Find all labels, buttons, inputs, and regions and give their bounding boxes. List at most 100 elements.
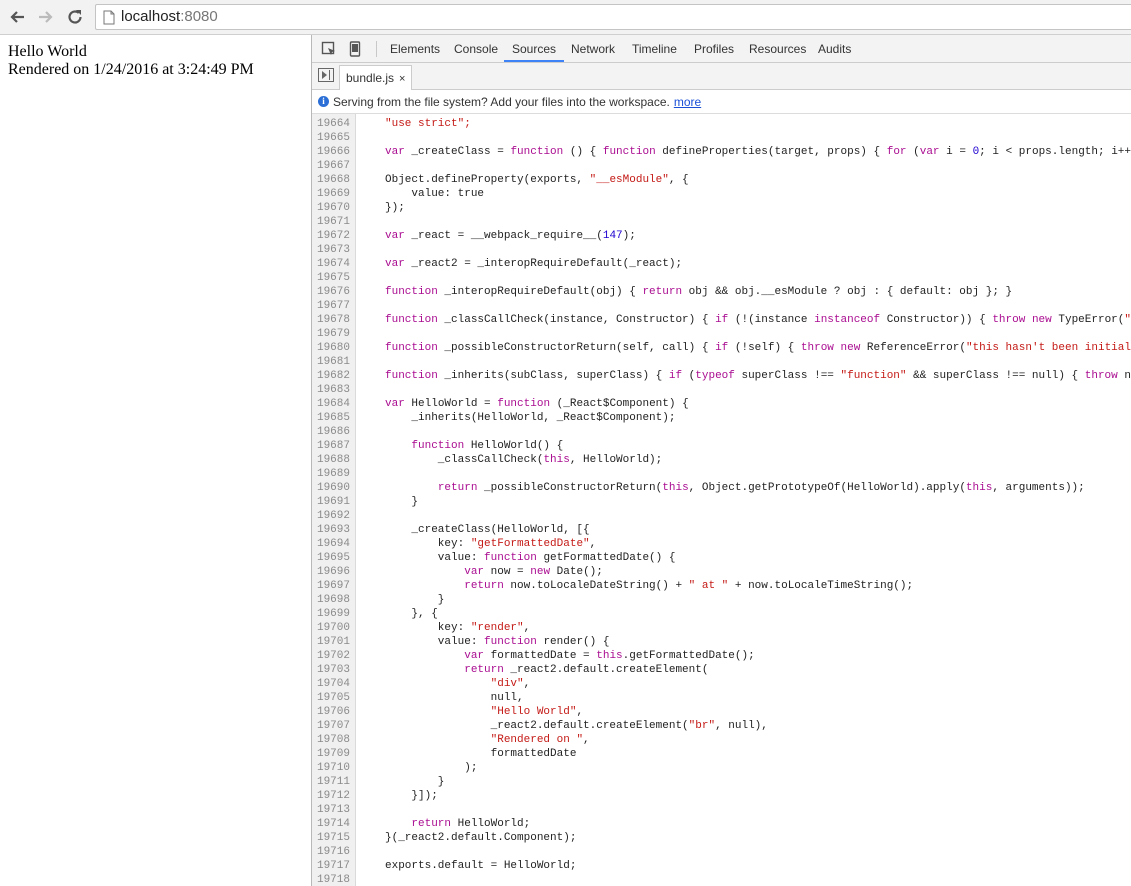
- tab-console[interactable]: Console: [446, 35, 506, 62]
- line-number[interactable]: 19701: [312, 635, 350, 649]
- line-code: return _react2.default.createElement(: [385, 663, 708, 677]
- line-number[interactable]: 19713: [312, 803, 350, 817]
- code-token: formattedDate =: [484, 650, 597, 662]
- code-line: 19718: [312, 873, 1131, 886]
- code-line: 19685 _inherits(HelloWorld, _React$Compo…: [312, 411, 1131, 425]
- line-number[interactable]: 19715: [312, 831, 350, 845]
- line-number[interactable]: 19664: [312, 117, 350, 131]
- line-number[interactable]: 19665: [312, 131, 350, 145]
- line-number[interactable]: 19692: [312, 509, 350, 523]
- device-mode-button[interactable]: [346, 40, 364, 58]
- line-number[interactable]: 19694: [312, 537, 350, 551]
- line-code: var formattedDate = this.getFormattedDat…: [385, 649, 754, 663]
- line-number[interactable]: 19688: [312, 453, 350, 467]
- tab-audits[interactable]: Audits: [810, 35, 859, 62]
- line-number[interactable]: 19677: [312, 299, 350, 313]
- line-number[interactable]: 19718: [312, 873, 350, 886]
- line-number[interactable]: 19706: [312, 705, 350, 719]
- tab-timeline[interactable]: Timeline: [624, 35, 685, 62]
- line-number[interactable]: 19685: [312, 411, 350, 425]
- code-token: function: [385, 370, 438, 382]
- code-line: 19704 "div",: [312, 677, 1131, 691]
- more-link[interactable]: more: [674, 95, 701, 109]
- line-number[interactable]: 19666: [312, 145, 350, 159]
- line-number[interactable]: 19673: [312, 243, 350, 257]
- code-token: "use strict";: [385, 118, 471, 130]
- code-line: 19708 "Rendered on ",: [312, 733, 1131, 747]
- line-number[interactable]: 19699: [312, 607, 350, 621]
- close-tab-icon[interactable]: ×: [399, 73, 405, 85]
- code-token: if: [715, 314, 729, 326]
- line-number[interactable]: 19668: [312, 173, 350, 187]
- tab-resources[interactable]: Resources: [741, 35, 814, 62]
- line-number[interactable]: 19671: [312, 215, 350, 229]
- line-number[interactable]: 19704: [312, 677, 350, 691]
- line-number[interactable]: 19686: [312, 425, 350, 439]
- line-number[interactable]: 19711: [312, 775, 350, 789]
- line-number[interactable]: 19675: [312, 271, 350, 285]
- tab-sources[interactable]: Sources: [504, 35, 565, 62]
- code-editor[interactable]: 19664 "use strict"; 19665 19666 var _createC…: [312, 114, 1131, 886]
- code-token: throw: [800, 342, 834, 354]
- line-code: );: [385, 761, 477, 775]
- line-number[interactable]: 19678: [312, 313, 350, 327]
- line-number[interactable]: 19670: [312, 201, 350, 215]
- line-number[interactable]: 19687: [312, 439, 350, 453]
- line-number[interactable]: 19689: [312, 467, 350, 481]
- line-number[interactable]: 19679: [312, 327, 350, 341]
- line-number[interactable]: 19674: [312, 257, 350, 271]
- line-number[interactable]: 19705: [312, 691, 350, 705]
- code-line: 19678 function _classCallCheck(instance, …: [312, 313, 1131, 327]
- line-number[interactable]: 19696: [312, 565, 350, 579]
- line-number[interactable]: 19684: [312, 397, 350, 411]
- line-code: "use strict";: [385, 117, 471, 131]
- line-number[interactable]: 19672: [312, 229, 350, 243]
- line-number[interactable]: 19681: [312, 355, 350, 369]
- line-number[interactable]: 19669: [312, 187, 350, 201]
- line-number[interactable]: 19707: [312, 719, 350, 733]
- tab-network[interactable]: Network: [563, 35, 623, 62]
- line-number[interactable]: 19682: [312, 369, 350, 383]
- reload-button[interactable]: [64, 6, 86, 28]
- line-number[interactable]: 19709: [312, 747, 350, 761]
- line-code: "Hello World",: [385, 705, 583, 719]
- file-tab-bundle[interactable]: bundle.js ×: [339, 65, 413, 90]
- line-number[interactable]: 19710: [312, 761, 350, 775]
- line-number[interactable]: 19717: [312, 859, 350, 873]
- address-bar[interactable]: localhost:8080: [95, 4, 1131, 30]
- line-number[interactable]: 19698: [312, 593, 350, 607]
- line-code: function _classCallCheck(instance, Const…: [385, 313, 1131, 327]
- line-number[interactable]: 19693: [312, 523, 350, 537]
- line-number[interactable]: 19703: [312, 663, 350, 677]
- line-number[interactable]: 19683: [312, 383, 350, 397]
- line-number[interactable]: 19697: [312, 579, 350, 593]
- inspect-element-button[interactable]: [320, 40, 338, 58]
- line-number[interactable]: 19716: [312, 845, 350, 859]
- line-code: }: [385, 593, 445, 607]
- code-token: "br": [688, 720, 716, 732]
- code-token: , HelloWorld);: [569, 454, 663, 466]
- navigator-toggle-icon[interactable]: [318, 68, 334, 82]
- line-code: function _interopRequireDefault(obj) { r…: [385, 285, 1012, 299]
- code-token: "div": [490, 678, 524, 690]
- code-token: () {: [563, 146, 603, 158]
- line-number[interactable]: 19695: [312, 551, 350, 565]
- line-number[interactable]: 19708: [312, 733, 350, 747]
- code-token: && superClass !== null) {: [906, 370, 1085, 382]
- tab-profiles[interactable]: Profiles: [686, 35, 742, 62]
- line-number[interactable]: 19690: [312, 481, 350, 495]
- line-number[interactable]: 19702: [312, 649, 350, 663]
- back-button[interactable]: [6, 6, 28, 28]
- code-line: 19689: [312, 467, 1131, 481]
- line-number[interactable]: 19700: [312, 621, 350, 635]
- line-number[interactable]: 19680: [312, 341, 350, 355]
- line-number[interactable]: 19667: [312, 159, 350, 173]
- line-number[interactable]: 19676: [312, 285, 350, 299]
- line-number[interactable]: 19712: [312, 789, 350, 803]
- forward-button[interactable]: [35, 6, 57, 28]
- line-number[interactable]: 19691: [312, 495, 350, 509]
- tab-elements[interactable]: Elements: [382, 35, 448, 62]
- line-number[interactable]: 19714: [312, 817, 350, 831]
